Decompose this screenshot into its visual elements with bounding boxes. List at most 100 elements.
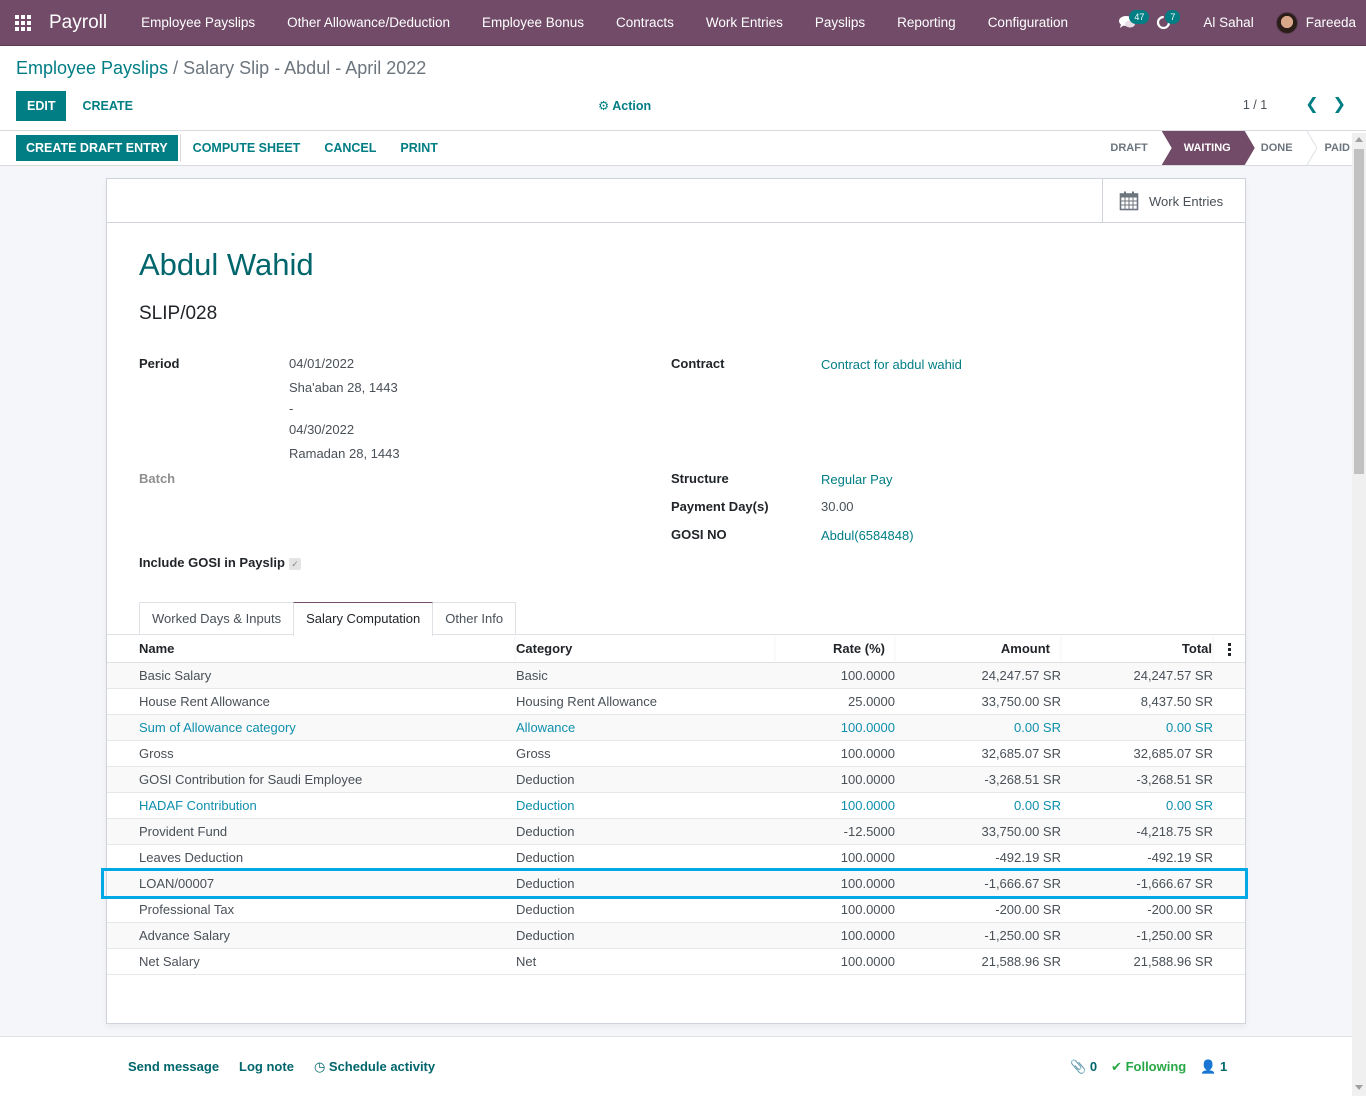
table-row-highlighted[interactable]: LOAN/00007 Deduction 100.0000 -1,666.67 SR -… [107, 870, 1245, 897]
column-amount[interactable]: Amount [895, 635, 1061, 663]
optional-columns-toggle[interactable] [1213, 635, 1245, 663]
table-row[interactable]: House Rent Allowance Housing Rent Allowan… [107, 688, 1245, 715]
stage-draft[interactable]: DRAFT [1088, 131, 1161, 165]
structure-label: Structure [671, 471, 729, 486]
apps-menu-icon[interactable] [0, 0, 46, 46]
scroll-up-icon[interactable] [1355, 137, 1363, 142]
cell-rate: 100.0000 [775, 896, 895, 923]
menu-payslips[interactable]: Payslips [799, 0, 881, 46]
cancel-button[interactable]: CANCEL [314, 133, 386, 163]
stage-pipeline: DRAFT WAITING DONE PAID [1088, 131, 1350, 165]
menu-reporting[interactable]: Reporting [881, 0, 972, 46]
pager-next-icon[interactable]: ❯ [1333, 97, 1346, 113]
gosi-no-link[interactable]: Abdul(6584848) [821, 528, 914, 543]
cell-total: 0.00 SR [1061, 792, 1213, 819]
company-switcher[interactable]: Al Sahal [1181, 15, 1275, 30]
period-field: 04/01/2022 Sha'aban 28, 1443 - 04/30/202… [289, 352, 400, 466]
table-row[interactable]: Gross Gross 100.0000 32,685.07 SR 32,685.07 … [107, 740, 1245, 767]
create-button[interactable]: CREATE [72, 91, 142, 121]
cell-options [1213, 870, 1245, 897]
edit-button[interactable]: EDIT [16, 91, 67, 121]
table-row[interactable]: Professional Tax Deduction 100.0000 -200.00… [107, 896, 1245, 923]
table-row[interactable]: Sum of Allowance category Allowance 100.00… [107, 714, 1245, 741]
tab-salary-computation[interactable]: Salary Computation [293, 602, 434, 636]
pager-previous-icon[interactable]: ❮ [1305, 97, 1318, 113]
scroll-down-icon[interactable] [1355, 1085, 1363, 1090]
menu-employee-payslips[interactable]: Employee Payslips [125, 0, 271, 46]
stage-paid[interactable]: PAID [1317, 131, 1350, 165]
table-row[interactable]: Provident Fund Deduction -12.5000 33,750.00… [107, 818, 1245, 845]
activities-button[interactable]: 7 [1145, 0, 1181, 46]
work-entries-button[interactable]: Work Entries [1102, 179, 1245, 223]
user-name: Fareeda [1305, 15, 1356, 30]
messages-button[interactable]: 47 [1109, 0, 1150, 46]
table-row[interactable]: Net Salary Net 100.0000 21,588.96 SR 21,588.… [107, 948, 1245, 975]
cell-name: Professional Tax [107, 896, 515, 923]
column-category[interactable]: Category [515, 635, 775, 663]
user-menu[interactable]: Fareeda [1275, 11, 1366, 34]
top-navbar: Payroll Employee Payslips Other Allowanc… [0, 0, 1366, 46]
column-name[interactable]: Name [107, 635, 515, 663]
action-dropdown[interactable]: ⚙ Action [598, 98, 651, 113]
cell-total: -200.00 SR [1061, 896, 1213, 923]
table-row[interactable]: Basic Salary Basic 100.0000 24,247.57 SR 24,… [107, 662, 1245, 689]
calendar-icon [1119, 191, 1139, 211]
tab-other-info[interactable]: Other Info [432, 602, 517, 635]
menu-employee-bonus[interactable]: Employee Bonus [466, 0, 600, 46]
column-rate[interactable]: Rate (%) [775, 635, 895, 663]
cell-rate: 100.0000 [775, 662, 895, 689]
menu-contracts[interactable]: Contracts [600, 0, 690, 46]
compute-sheet-button[interactable]: COMPUTE SHEET [183, 133, 311, 163]
create-draft-entry-button[interactable]: CREATE DRAFT ENTRY [16, 135, 178, 161]
tab-worked-days-inputs[interactable]: Worked Days & Inputs [139, 602, 295, 635]
attachments-button[interactable]: 📎 0 [1070, 1059, 1097, 1075]
cell-total: -1,250.00 SR [1061, 922, 1213, 949]
schedule-activity-button[interactable]: ◷ Schedule activity [314, 1059, 435, 1075]
column-total[interactable]: Total [1061, 635, 1213, 663]
column-total-label: Total [1181, 640, 1212, 656]
cell-rate: 100.0000 [775, 870, 895, 897]
cell-category: Deduction [515, 922, 775, 949]
menu-other-allowance-deduction[interactable]: Other Allowance/Deduction [271, 0, 466, 46]
gosi-no-label: GOSI NO [671, 527, 727, 542]
cell-amount: 33,750.00 SR [895, 818, 1061, 845]
cell-category: Housing Rent Allowance [515, 688, 775, 715]
send-message-button[interactable]: Send message [128, 1059, 219, 1075]
followers-button[interactable]: 👤 1 [1200, 1059, 1227, 1075]
period-start-hijri: Sha'aban 28, 1443 [289, 380, 398, 395]
scroll-thumb[interactable] [1354, 149, 1364, 474]
salary-computation-table: Name Category Rate (%) Amount Total Basi… [107, 635, 1245, 975]
cell-category: Deduction [515, 766, 775, 793]
pager-value[interactable]: 1 / 1 [1243, 98, 1267, 112]
cell-name: House Rent Allowance [107, 688, 515, 715]
table-row[interactable]: Leaves Deduction Deduction 100.0000 -492.19… [107, 844, 1245, 871]
breadcrumb-parent[interactable]: Employee Payslips [16, 58, 168, 78]
structure-link[interactable]: Regular Pay [821, 472, 893, 487]
stage-done[interactable]: DONE [1255, 131, 1307, 165]
table-row[interactable]: Advance Salary Deduction 100.0000 -1,250.00… [107, 922, 1245, 949]
contract-link[interactable]: Contract for abdul wahid [821, 357, 962, 372]
cell-category: Gross [515, 740, 775, 767]
page-scrollbar[interactable] [1352, 133, 1366, 1096]
following-button[interactable]: ✔ Following [1111, 1059, 1186, 1075]
column-amount-label: Amount [1000, 640, 1050, 656]
menu-work-entries[interactable]: Work Entries [690, 0, 799, 46]
cell-options [1213, 662, 1245, 689]
menu-configuration[interactable]: Configuration [972, 0, 1084, 46]
table-row[interactable]: GOSI Contribution for Saudi Employee Dedu… [107, 766, 1245, 793]
cell-rate: 100.0000 [775, 922, 895, 949]
schedule-activity-label: Schedule activity [328, 1059, 436, 1074]
cell-options [1213, 740, 1245, 767]
print-button[interactable]: PRINT [390, 133, 448, 163]
cell-rate: 100.0000 [775, 766, 895, 793]
app-name[interactable]: Payroll [49, 12, 107, 34]
payment-days-label: Payment Day(s) [671, 499, 769, 514]
cell-total: -1,666.67 SR [1061, 870, 1213, 897]
attachments-count: 0 [1089, 1059, 1098, 1074]
stage-waiting[interactable]: WAITING [1162, 131, 1255, 165]
include-gosi-checkbox[interactable]: ✓ [289, 558, 301, 570]
cell-category: Deduction [515, 818, 775, 845]
log-note-button[interactable]: Log note [239, 1059, 294, 1075]
table-row[interactable]: HADAF Contribution Deduction 100.0000 0.00 … [107, 792, 1245, 819]
cell-name: HADAF Contribution [107, 792, 515, 819]
